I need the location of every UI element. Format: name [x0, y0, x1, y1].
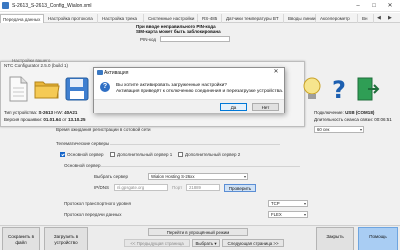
tab-bar: Передача данных Настройка протокола Наст…: [0, 13, 400, 24]
minimize-icon[interactable]: –: [352, 1, 364, 11]
dialog-body: ? Вы хотите активировать загруженные нас…: [94, 79, 284, 99]
question-icon: ?: [100, 82, 110, 92]
close-icon[interactable]: ✕: [384, 1, 396, 11]
window-title: S-2613_S-2613_Config_Wialon.xml: [12, 3, 92, 9]
tab-more[interactable]: Вн: [360, 14, 374, 23]
pin-warning: При вводе неправильного PIN-кода SIM-кар…: [136, 24, 221, 34]
exit-door-icon[interactable]: [354, 76, 380, 102]
tab-protocol[interactable]: Настройка протокола: [46, 14, 98, 23]
data-protocol-label: Протокол передачи данных: [64, 212, 122, 217]
extra-server-2-label: Дополнительный сервер 2: [185, 152, 241, 157]
connection-status: Подключение: USB (COM18): [314, 110, 375, 115]
reg-wait-select[interactable]: 60 сек ▾: [314, 126, 364, 133]
main-server-label: Основной сервер: [67, 152, 104, 157]
tab-rs485[interactable]: RS-485: [200, 14, 222, 23]
divider: [110, 144, 280, 145]
configurator-title: NTC Configurator 2.5.0 (build 1): [4, 63, 69, 68]
tab-accelerometer[interactable]: Акселерометр: [318, 14, 358, 23]
close-button[interactable]: Закрыть: [316, 227, 354, 250]
title-bar: S-2613_S-2613_Config_Wialon.xml – □ ✕: [0, 0, 400, 12]
app-icon: [2, 2, 9, 9]
tab-scroll-left-icon[interactable]: ◀: [377, 14, 381, 22]
tab-temp-sensors[interactable]: Датчики температуры BT: [224, 14, 284, 23]
extra-server-1-label: Дополнительный сервер 1: [117, 152, 173, 157]
ip-field[interactable]: nl.gpsgate.org: [114, 184, 168, 191]
session-duration: Длительность сеанса связи: 00:06:51: [314, 117, 392, 122]
port-field[interactable]: 21889: [186, 184, 220, 191]
dialog-close-icon[interactable]: ✕: [270, 68, 282, 77]
server-select[interactable]: Wialon Hosting S-26xx ▾: [148, 173, 248, 180]
telematic-servers-label: Телематические серверы: [56, 141, 110, 146]
dialog-app-icon: [97, 70, 103, 75]
main-server-checkbox[interactable]: [60, 152, 65, 157]
folder-icon[interactable]: [34, 76, 60, 102]
transport-protocol-label: Протокол транспортного уровня: [64, 201, 131, 206]
activation-dialog: Активация ✕ ? Вы хотите активировать заг…: [93, 67, 285, 113]
simple-mode-button[interactable]: Перейти в упрощённый режим: [148, 228, 248, 236]
tab-scroll-right-icon[interactable]: ▶: [388, 14, 392, 22]
load-to-device-button[interactable]: Загрузить в устройство: [44, 227, 88, 250]
tab-inputs[interactable]: Вводы линии: [286, 14, 316, 23]
help-question-icon[interactable]: ?: [327, 76, 351, 104]
extra-server-2-checkbox[interactable]: [178, 152, 183, 157]
help-button[interactable]: Помощь: [358, 227, 398, 250]
port-label: Порт: [172, 185, 183, 190]
choose-server-label: Выбрать сервер: [94, 174, 128, 179]
firmware-version: Версия прошивки: 01.01.64 от 13.10.25: [4, 117, 86, 122]
tab-track[interactable]: Настройка трека: [100, 14, 144, 23]
dialog-message-2: Активация приведёт к отключению соединен…: [116, 89, 284, 94]
configurator-sub-label: Настройки вашего: [12, 58, 51, 63]
prev-page-button[interactable]: << Предыдущая страница: [124, 239, 190, 247]
no-button[interactable]: Нет: [252, 103, 279, 111]
select-page-dropdown[interactable]: Выбрать ▾: [192, 239, 220, 247]
device-type: Тип устройства: S-2613 НW: 40A21: [4, 110, 78, 115]
data-protocol-select[interactable]: FLEX ▾: [268, 211, 308, 218]
lightbulb-icon[interactable]: [300, 76, 324, 102]
ip-label: IP/DNS: [94, 185, 110, 190]
bottom-bar: Сохранить в файл Загрузить в устройство …: [0, 225, 400, 250]
reg-wait-label: Время ожидания регистрации в сотовой сет…: [56, 127, 151, 132]
save-to-file-button[interactable]: Сохранить в файл: [2, 227, 40, 250]
yes-button[interactable]: Да: [220, 103, 247, 111]
maximize-icon[interactable]: □: [368, 1, 380, 11]
transport-protocol-select[interactable]: TCP ▾: [268, 200, 308, 207]
dialog-footer: Да Нет: [94, 99, 284, 113]
divider: [100, 166, 300, 167]
pin-input[interactable]: [160, 36, 230, 42]
main-content: [0, 23, 400, 250]
check-button[interactable]: Проверить: [224, 184, 256, 192]
dialog-title: Активация: [104, 70, 129, 76]
svg-text:?: ?: [332, 76, 346, 102]
save-disk-icon[interactable]: [64, 76, 89, 102]
tab-system[interactable]: Системные настройки: [146, 14, 198, 23]
next-page-button[interactable]: Следующая страница >>: [222, 239, 284, 247]
main-server-group-label: Основной сервер: [64, 163, 101, 168]
dialog-message-1: Вы хотите активировать загруженные настр…: [116, 83, 227, 88]
pin-label: PIN-код: [140, 37, 157, 42]
document-icon[interactable]: [6, 76, 30, 102]
extra-server-1-checkbox[interactable]: [110, 152, 115, 157]
